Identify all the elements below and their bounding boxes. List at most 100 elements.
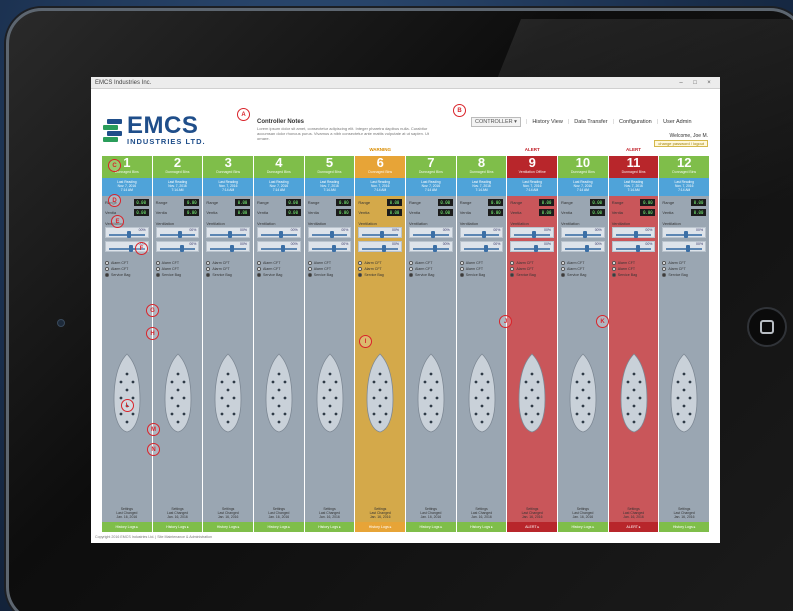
- alert-button[interactable]: ALERT ▸: [507, 522, 558, 532]
- slider-knob[interactable]: [534, 245, 539, 252]
- radio-alarm-cft-1[interactable]: Alarm CFT: [307, 261, 352, 265]
- ventilation-slider-1[interactable]: 00%: [358, 227, 403, 238]
- ventilation-slider-2[interactable]: 00%: [409, 241, 453, 252]
- slider-knob[interactable]: [179, 245, 184, 252]
- radio-alarm-cft-2[interactable]: Alarm CFT: [307, 267, 352, 271]
- slider-knob[interactable]: [331, 245, 336, 252]
- radio-alarm-cft-2[interactable]: Alarm CFT: [611, 267, 656, 271]
- slider-knob[interactable]: [430, 231, 435, 238]
- channel-header[interactable]: 2 Dunnaged Bins: [152, 156, 203, 178]
- bin-diagram-icon[interactable]: [264, 352, 294, 434]
- slider-knob[interactable]: [481, 231, 486, 238]
- maximize-button[interactable]: □: [688, 80, 702, 86]
- history-logs-button[interactable]: History Logs ▸: [355, 522, 406, 532]
- slider-knob[interactable]: [177, 231, 182, 238]
- radio-alarm-cft-2[interactable]: Alarm CFT: [561, 267, 605, 271]
- channel-header[interactable]: 11 Dunnaged Bins: [608, 156, 659, 178]
- radio-alarm-cft-2[interactable]: Alarm CFT: [510, 267, 554, 271]
- channel-header[interactable]: 3 Dunnaged Bins: [203, 156, 254, 178]
- slider-knob[interactable]: [281, 245, 286, 252]
- alert-button[interactable]: ALERT ▸: [608, 522, 659, 532]
- ventilation-slider-2[interactable]: 00%: [459, 241, 504, 252]
- radio-service-bag[interactable]: Service Bag: [409, 273, 453, 277]
- channel-header[interactable]: 6 Dunnaged Bins: [355, 156, 406, 178]
- slider-knob[interactable]: [635, 245, 640, 252]
- slider-knob[interactable]: [686, 245, 691, 252]
- radio-alarm-cft-2[interactable]: Alarm CFT: [257, 267, 301, 271]
- slider-knob[interactable]: [532, 231, 537, 238]
- radio-service-bag[interactable]: Service Bag: [510, 273, 554, 277]
- ventilation-slider-1[interactable]: 00%: [459, 227, 504, 238]
- radio-alarm-cft-2[interactable]: Alarm CFT: [155, 267, 200, 271]
- ventilation-slider-2[interactable]: 00%: [561, 241, 605, 252]
- slider-knob[interactable]: [126, 231, 131, 238]
- history-logs-button[interactable]: History Logs ▸: [456, 522, 507, 532]
- bin-diagram-icon[interactable]: [163, 352, 193, 434]
- slider-knob[interactable]: [433, 245, 438, 252]
- slider-knob[interactable]: [582, 231, 587, 238]
- radio-service-bag[interactable]: Service Bag: [155, 273, 200, 277]
- radio-alarm-cft-1[interactable]: Alarm CFT: [510, 261, 554, 265]
- radio-alarm-cft-1[interactable]: Alarm CFT: [459, 261, 504, 265]
- nav-history-view[interactable]: History View: [532, 119, 562, 125]
- slider-knob[interactable]: [382, 245, 387, 252]
- radio-alarm-cft-1[interactable]: Alarm CFT: [105, 261, 149, 265]
- radio-alarm-cft-2[interactable]: Alarm CFT: [409, 267, 453, 271]
- channel-header[interactable]: 4 Dunnaged Bins: [254, 156, 304, 178]
- slider-knob[interactable]: [329, 231, 334, 238]
- bin-diagram-icon[interactable]: [517, 352, 547, 434]
- logout-button[interactable]: change password / logout: [654, 140, 708, 147]
- history-logs-button[interactable]: History Logs ▸: [304, 522, 355, 532]
- radio-service-bag[interactable]: Service Bag: [105, 273, 149, 277]
- nav-configuration[interactable]: Configuration: [619, 119, 652, 125]
- ventilation-slider-1[interactable]: 00%: [662, 227, 707, 238]
- ventilation-slider-2[interactable]: 00%: [155, 241, 200, 252]
- radio-alarm-cft-2[interactable]: Alarm CFT: [358, 267, 402, 271]
- channel-header[interactable]: 12 Dunnaged Bins: [659, 156, 710, 178]
- radio-alarm-cft-1[interactable]: Alarm CFT: [561, 261, 605, 265]
- radio-service-bag[interactable]: Service Bag: [561, 273, 605, 277]
- slider-knob[interactable]: [684, 231, 689, 238]
- radio-alarm-cft-1[interactable]: Alarm CFT: [155, 261, 200, 265]
- bin-diagram-icon[interactable]: [365, 352, 395, 434]
- radio-alarm-cft-1[interactable]: Alarm CFT: [662, 261, 706, 265]
- ventilation-slider-1[interactable]: 00%: [206, 227, 251, 238]
- radio-service-bag[interactable]: Service Bag: [611, 273, 656, 277]
- slider-knob[interactable]: [278, 231, 283, 238]
- history-logs-button[interactable]: History Logs ▸: [659, 522, 710, 532]
- history-logs-button[interactable]: History Logs ▸: [203, 522, 254, 532]
- slider-knob[interactable]: [585, 245, 590, 252]
- ventilation-slider-2[interactable]: 00%: [307, 241, 352, 252]
- history-logs-button[interactable]: History Logs ▸: [254, 522, 304, 532]
- radio-service-bag[interactable]: Service Bag: [662, 273, 706, 277]
- channel-header[interactable]: 7 Dunnaged Bins: [406, 156, 456, 178]
- bin-diagram-icon[interactable]: [213, 352, 243, 434]
- slider-knob[interactable]: [230, 245, 235, 252]
- bin-diagram-icon[interactable]: [669, 352, 699, 434]
- radio-alarm-cft-1[interactable]: Alarm CFT: [257, 261, 301, 265]
- home-button[interactable]: [747, 307, 787, 347]
- radio-service-bag[interactable]: Service Bag: [358, 273, 402, 277]
- channel-header[interactable]: 9 Ventilation Offline: [507, 156, 558, 178]
- ventilation-slider-1[interactable]: 00%: [611, 227, 656, 238]
- ventilation-slider-1[interactable]: 00%: [307, 227, 352, 238]
- history-logs-button[interactable]: History Logs ▸: [406, 522, 456, 532]
- slider-knob[interactable]: [633, 231, 638, 238]
- bin-diagram-icon[interactable]: [416, 352, 446, 434]
- slider-knob[interactable]: [380, 231, 385, 238]
- controller-dropdown[interactable]: CONTROLLER ▾: [471, 117, 521, 127]
- ventilation-slider-1[interactable]: 00%: [155, 227, 200, 238]
- radio-service-bag[interactable]: Service Bag: [257, 273, 301, 277]
- radio-alarm-cft-2[interactable]: Alarm CFT: [105, 267, 149, 271]
- slider-knob[interactable]: [228, 231, 233, 238]
- ventilation-slider-2[interactable]: 00%: [206, 241, 251, 252]
- minimize-button[interactable]: –: [674, 80, 688, 86]
- bin-diagram-icon[interactable]: [467, 352, 497, 434]
- channel-header[interactable]: 5 Dunnaged Bins: [304, 156, 355, 178]
- radio-service-bag[interactable]: Service Bag: [459, 273, 504, 277]
- radio-alarm-cft-2[interactable]: Alarm CFT: [459, 267, 504, 271]
- radio-alarm-cft-1[interactable]: Alarm CFT: [206, 261, 250, 265]
- channel-header[interactable]: 8 Dunnaged Bins: [456, 156, 507, 178]
- nav-data-transfer[interactable]: Data Transfer: [574, 119, 607, 125]
- ventilation-slider-2[interactable]: 00%: [510, 241, 555, 252]
